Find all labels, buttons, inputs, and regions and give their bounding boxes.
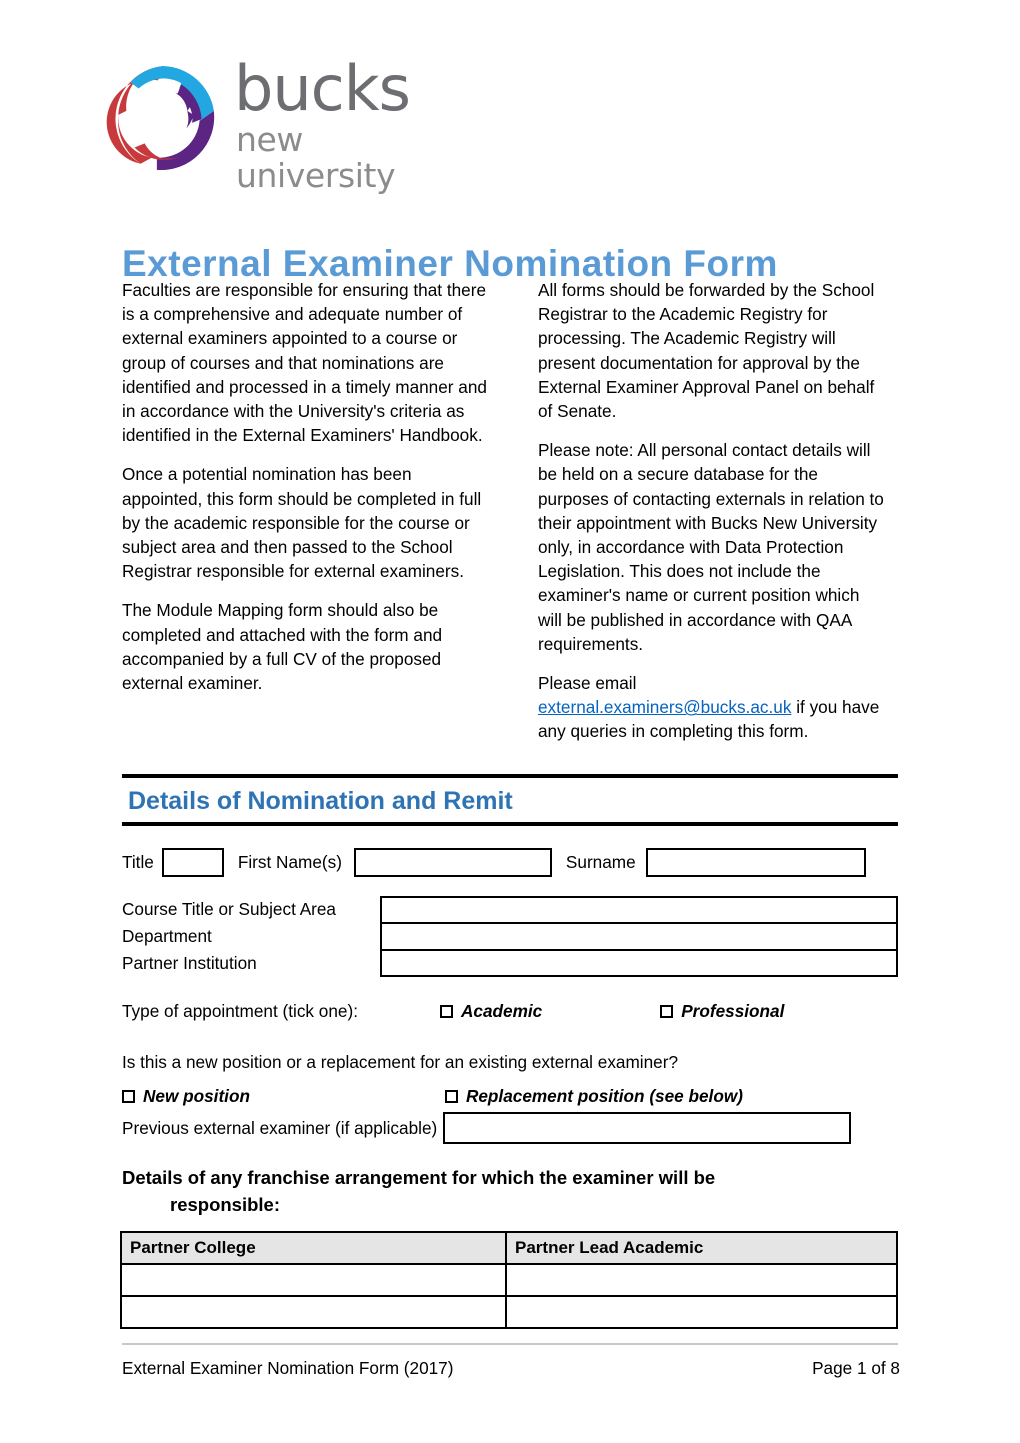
appointment-option-academic-label: Academic xyxy=(460,1001,543,1021)
footer-page-number: Page 1 of 8 xyxy=(812,1358,900,1378)
checkbox-icon[interactable] xyxy=(122,1090,135,1103)
course-title-input[interactable] xyxy=(380,896,898,923)
franchise-heading-line1: Details of any franchise arrangement for… xyxy=(122,1167,716,1188)
appointment-option-professional-label: Professional xyxy=(681,1001,785,1021)
bucks-swirl-logo-icon xyxy=(106,66,215,171)
previous-examiner-row: Previous external examiner (if applicabl… xyxy=(122,1112,912,1144)
document-page: bucks new university External Examiner N… xyxy=(0,0,1020,1443)
column-header-partner-lead-academic: Partner Lead Academic xyxy=(505,1231,898,1265)
position-options-row: New position Replacement position (see b… xyxy=(122,1086,912,1107)
intro-paragraph: Please note: All personal contact detail… xyxy=(538,440,884,654)
intro-paragraph: The Module Mapping form should also be c… xyxy=(122,600,443,694)
franchise-heading-line2: responsible: xyxy=(170,1194,280,1215)
partner-institution-input[interactable] xyxy=(380,950,898,977)
previous-examiner-label: Previous external examiner (if applicabl… xyxy=(122,1118,438,1138)
franchise-heading: Details of any franchise arrangement for… xyxy=(122,1164,882,1218)
cell-partner-lead-academic[interactable] xyxy=(505,1295,898,1329)
cell-partner-college[interactable] xyxy=(120,1295,507,1329)
section-header-band: Details of Nomination and Remit xyxy=(122,774,898,826)
page-footer: External Examiner Nomination Form (2017)… xyxy=(122,1358,900,1379)
footer-form-name: External Examiner Nomination Form (2017) xyxy=(122,1358,454,1378)
position-option-new-label: New position xyxy=(143,1086,250,1106)
intro-paragraph: All forms should be forwarded by the Sch… xyxy=(538,280,875,422)
franchise-partner-table: Partner College Partner Lead Academic xyxy=(120,1231,898,1329)
appointment-option-academic[interactable]: Academic xyxy=(439,1001,543,1022)
checkbox-icon[interactable] xyxy=(439,1005,453,1018)
department-label: Department xyxy=(122,926,212,946)
checkbox-icon[interactable] xyxy=(660,1005,674,1018)
checkbox-icon[interactable] xyxy=(444,1090,458,1103)
intro-column-left: Faculties are responsible for ensuring t… xyxy=(122,278,494,695)
title-input[interactable] xyxy=(161,848,224,877)
details-field-stack: Course Title or Subject Area Department … xyxy=(122,896,898,977)
bucks-new-university-logo: bucks new university xyxy=(104,52,464,194)
cell-partner-college[interactable] xyxy=(120,1263,507,1297)
logo-wordmark-subtitle: new university xyxy=(236,120,396,195)
first-name-label: First Name(s) xyxy=(237,852,342,872)
appointment-option-professional[interactable]: Professional xyxy=(660,1001,784,1022)
surname-label: Surname xyxy=(565,852,636,872)
title-label: Title xyxy=(122,852,154,872)
intro-paragraph: Once a potential nomination has been app… xyxy=(122,464,482,582)
position-option-new[interactable]: New position xyxy=(122,1086,250,1107)
external-examiners-email-link[interactable]: external.examiners@bucks.ac.uk xyxy=(538,697,791,717)
surname-input[interactable] xyxy=(645,848,866,877)
course-title-label: Course Title or Subject Area xyxy=(122,899,336,919)
field-row-course-title: Course Title or Subject Area xyxy=(122,896,898,923)
footer-divider xyxy=(122,1343,898,1345)
table-row[interactable] xyxy=(120,1295,898,1329)
partner-institution-label: Partner Institution xyxy=(122,953,257,973)
intro-paragraph-email: Please email external.examiners@bucks.ac… xyxy=(538,671,888,744)
cell-partner-lead-academic[interactable] xyxy=(505,1263,898,1297)
section-rule-bottom xyxy=(122,822,898,826)
intro-paragraph: Faculties are responsible for ensuring t… xyxy=(122,280,487,446)
previous-examiner-input[interactable] xyxy=(443,1112,852,1144)
first-name-input[interactable] xyxy=(353,848,552,877)
email-prefix-text: Please email xyxy=(538,673,637,694)
field-row-department: Department xyxy=(122,923,898,950)
section-heading-details-of-nomination: Details of Nomination and Remit xyxy=(128,787,513,815)
appointment-type-row: Type of appointment (tick one): Academic… xyxy=(122,1001,912,1022)
appointment-type-question: Type of appointment (tick one): xyxy=(122,1001,358,1021)
position-option-replacement[interactable]: Replacement position (see below) xyxy=(444,1086,743,1107)
intro-column-right: All forms should be forwarded by the Sch… xyxy=(538,278,888,744)
field-row-partner-institution: Partner Institution xyxy=(122,950,898,977)
name-row: Title First Name(s) Surname xyxy=(122,848,912,877)
logo-wordmark: bucks new university xyxy=(234,52,464,194)
table-header-row: Partner College Partner Lead Academic xyxy=(120,1231,898,1265)
table-row[interactable] xyxy=(120,1263,898,1297)
department-input[interactable] xyxy=(380,923,898,950)
logo-wordmark-bucks: bucks xyxy=(234,52,411,125)
position-option-replacement-label: Replacement position (see below) xyxy=(465,1086,743,1106)
column-header-partner-college: Partner College xyxy=(120,1231,507,1265)
position-question: Is this a new position or a replacement … xyxy=(122,1052,679,1072)
